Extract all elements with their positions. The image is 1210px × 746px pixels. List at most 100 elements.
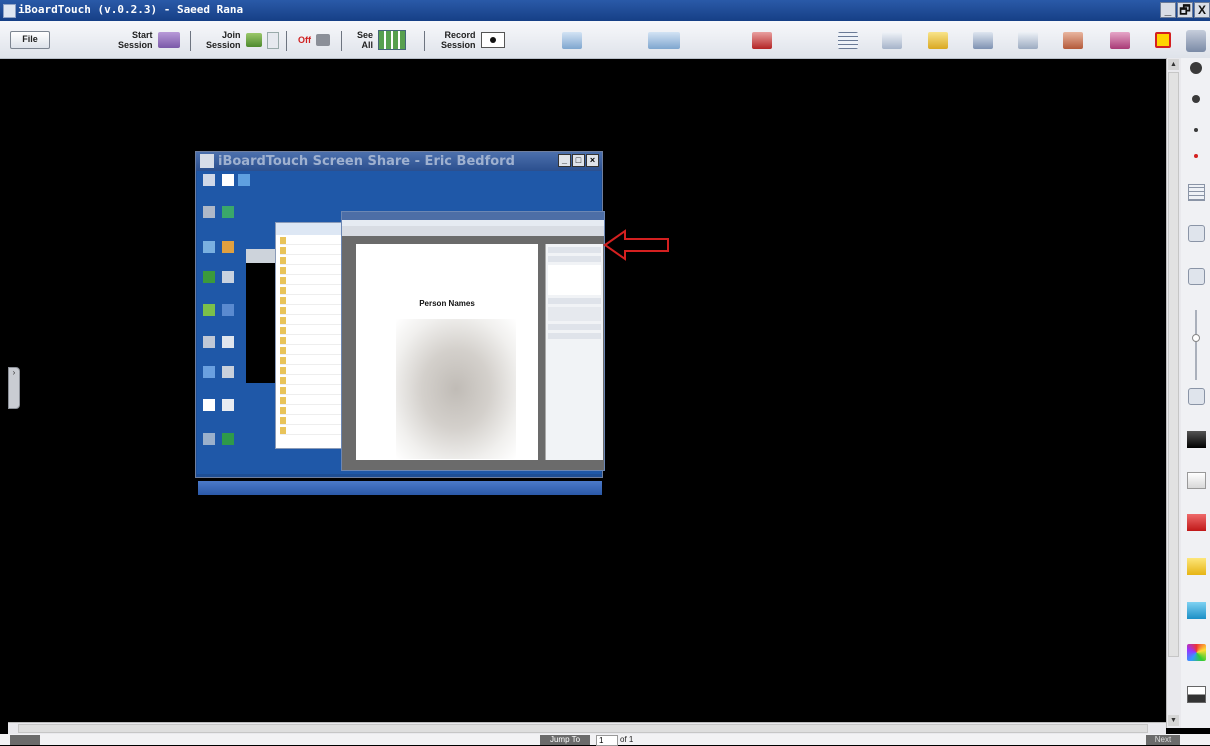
shared-desktop: Person Names: [197, 171, 605, 495]
eraser-icon[interactable]: [1063, 32, 1083, 49]
toolbar-divider: [286, 31, 287, 51]
desktop-icon: [203, 399, 215, 411]
screen-share-window[interactable]: iBoardTouch Screen Share - Eric Bedford …: [195, 151, 605, 495]
zoom-slider-track[interactable]: [1195, 310, 1197, 380]
photo-collage: [396, 319, 516, 459]
restore-button[interactable]: 🗗: [1177, 2, 1193, 18]
folder-icon[interactable]: [752, 32, 772, 49]
start-session-label: Start Session: [118, 30, 153, 50]
join-session-label: Join Session: [206, 30, 241, 50]
desktop-icon: [222, 271, 234, 283]
join-session-icon: [245, 33, 262, 47]
desktop-icon: [222, 366, 234, 378]
share-maximize-button[interactable]: □: [572, 154, 585, 167]
desktop-icon: [222, 304, 234, 316]
desktop-icon: [222, 241, 234, 253]
right-tool-palette: [1180, 58, 1210, 728]
brush-small-icon[interactable]: [1194, 128, 1198, 132]
desktop-icon: [203, 433, 215, 445]
camera-icon[interactable]: [1188, 225, 1205, 242]
share-close-button[interactable]: ×: [586, 154, 599, 167]
desktop-icon: [203, 366, 215, 378]
off-label: Off: [298, 35, 311, 45]
app-icon: [3, 4, 16, 18]
settings-icon[interactable]: [1186, 30, 1206, 52]
screen-share-title: iBoardTouch Screen Share - Eric Bedford: [218, 154, 515, 169]
record-session-button[interactable]: Record Session: [441, 26, 505, 54]
pdf-viewer-window: Person Names: [341, 211, 605, 471]
desktop-icon: [222, 206, 234, 218]
record-icon: [480, 32, 505, 48]
zoom-in-icon[interactable]: [1188, 268, 1205, 285]
desktop-icon: [222, 399, 234, 411]
table-icon[interactable]: [838, 32, 858, 49]
scroll-down-icon[interactable]: ▼: [1168, 715, 1179, 726]
join-session-button[interactable]: Join Session: [206, 26, 279, 54]
brush-large-icon[interactable]: [1190, 62, 1202, 74]
audio-toggle[interactable]: Off: [298, 26, 330, 54]
text-icon[interactable]: [973, 32, 993, 49]
zoom-slider-thumb[interactable]: [1192, 334, 1200, 342]
file-button[interactable]: File: [10, 31, 50, 49]
brush-red-icon[interactable]: [1194, 154, 1198, 158]
color-white-swatch[interactable]: [1187, 472, 1206, 489]
zoom-out-icon[interactable]: [1188, 388, 1205, 405]
side-panel-handle[interactable]: ›: [8, 367, 20, 409]
desktop-icon: [222, 433, 234, 445]
phone-icon: [266, 31, 279, 49]
speaker-icon: [316, 34, 330, 46]
share-window-controls: _ □ ×: [558, 154, 599, 167]
vertical-scrollbar[interactable]: ▲ ▼: [1166, 58, 1181, 728]
toolbar-divider: [341, 31, 342, 51]
vertical-scroll-thumb[interactable]: [1168, 72, 1179, 657]
undo-redo-icon[interactable]: [648, 32, 680, 49]
pencil-icon[interactable]: [928, 32, 948, 49]
desktop-icon: [222, 336, 234, 348]
desktop-icon: [203, 241, 215, 253]
window-controls: _ 🗗 X: [1160, 2, 1210, 18]
desktop-icon: [203, 174, 215, 186]
share-minimize-button[interactable]: _: [558, 154, 571, 167]
minimize-button[interactable]: _: [1160, 2, 1176, 18]
title-bar: iBoardTouch (v.0.2.3) - Saeed Rana _ 🗗 X: [0, 0, 1210, 21]
hand-icon[interactable]: [1018, 32, 1038, 49]
desktop-icon: [222, 174, 234, 186]
page-count-label: of 1: [620, 735, 634, 744]
clear-icon[interactable]: [1155, 32, 1171, 48]
brush-medium-icon[interactable]: [1192, 95, 1200, 103]
color-black-swatch[interactable]: [1187, 431, 1206, 448]
screen-capture-icon[interactable]: [1187, 686, 1206, 703]
color-yellow-swatch[interactable]: [1187, 558, 1206, 575]
previous-button[interactable]: [10, 735, 40, 745]
pdf-side-panel: [545, 244, 603, 460]
next-button[interactable]: Next: [1146, 735, 1180, 745]
shapes-icon[interactable]: [882, 32, 902, 49]
start-session-icon: [157, 32, 180, 48]
color-palette-icon[interactable]: [1187, 644, 1206, 661]
background-window-content: [246, 263, 278, 383]
see-all-button[interactable]: See All: [357, 26, 407, 54]
horizontal-scroll-thumb[interactable]: [18, 724, 1148, 733]
desktop-icon: [238, 174, 250, 186]
background-window: [246, 249, 278, 263]
page-number-input[interactable]: 1: [596, 735, 618, 746]
shared-taskbar: [198, 481, 602, 495]
color-red-swatch[interactable]: [1187, 514, 1206, 531]
see-all-label: See All: [357, 30, 374, 50]
window-title: iBoardTouch (v.0.2.3) - Saeed Rana: [18, 3, 244, 16]
pointer-icon[interactable]: [562, 32, 582, 49]
desktop-icon: [203, 336, 215, 348]
pdf-heading: Person Names: [419, 299, 475, 308]
fill-icon[interactable]: [1110, 32, 1130, 49]
desktop-icon: [203, 271, 215, 283]
screen-share-titlebar[interactable]: iBoardTouch Screen Share - Eric Bedford …: [196, 152, 602, 171]
main-toolbar: File Start Session Join Session Off See All…: [0, 21, 1210, 59]
grid-icon[interactable]: [1188, 184, 1205, 201]
start-session-button[interactable]: Start Session: [118, 26, 180, 54]
color-blue-swatch[interactable]: [1187, 602, 1206, 619]
record-session-label: Record Session: [441, 30, 476, 50]
jump-to-button[interactable]: Jump To: [540, 735, 590, 745]
close-button[interactable]: X: [1194, 2, 1210, 18]
desktop-icon: [203, 304, 215, 316]
scroll-up-icon[interactable]: ▲: [1168, 59, 1179, 70]
